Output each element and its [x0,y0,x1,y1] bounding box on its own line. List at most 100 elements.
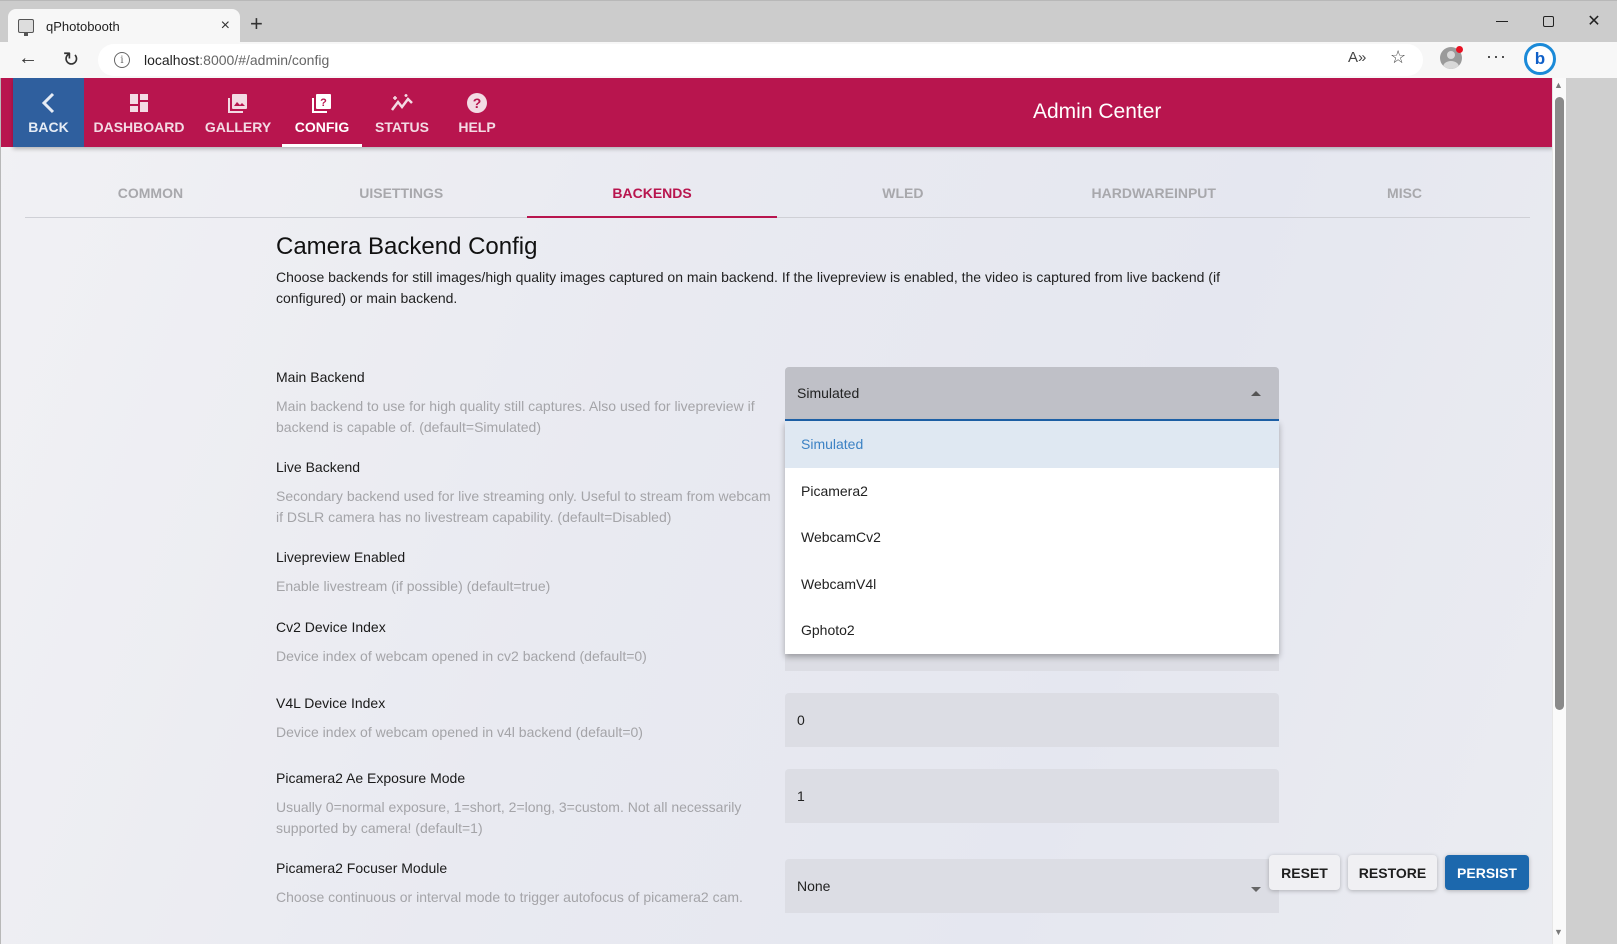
chevron-left-icon [40,91,58,115]
url-host: localhost [144,52,200,68]
minimize-icon [1496,20,1508,22]
field-label: Main Backend [276,369,365,385]
site-info-icon[interactable]: i [114,52,130,68]
page-viewport: BACK DASHBOARD GALLERY ? CONFIG STATUS ?… [0,78,1552,944]
add-favorite-icon[interactable]: ☆ [1390,47,1406,68]
browser-toolbar: ← ↻ i localhost :8000/#/admin/config A» … [0,42,1617,78]
header-title: Admin Center [1033,100,1162,123]
nav-dashboard-button[interactable]: DASHBOARD [84,78,194,147]
field-v4l-device-index: V4L Device Index Device index of webcam … [276,695,776,743]
ae-exposure-mode-value: 1 [797,788,805,804]
tab-hardwareinput[interactable]: HARDWAREINPUT [1028,170,1279,217]
read-aloud-icon[interactable]: A» [1348,49,1366,66]
field-label: Picamera2 Ae Exposure Mode [276,770,466,786]
dropdown-option-simulated[interactable]: Simulated [785,421,1279,468]
tab-uisettings[interactable]: UISETTINGS [276,170,527,217]
field-help: Choose continuous or interval mode to tr… [276,889,743,905]
field-livepreview-enabled: Livepreview Enabled Enable livestream (i… [276,549,776,597]
field-label: V4L Device Index [276,695,386,711]
field-live-backend: Live Backend Secondary backend used for … [276,459,776,528]
svg-text:?: ? [320,97,327,109]
close-window-button[interactable]: ✕ [1571,7,1617,35]
status-icon [390,91,414,115]
section-header: Camera Backend Config Choose backends fo… [276,233,1286,309]
field-help: Secondary backend used for live streamin… [276,488,771,525]
nav-config-button[interactable]: ? CONFIG [282,78,362,147]
nav-help-label: HELP [458,118,496,135]
picamera2-focuser-module-select[interactable]: None [785,859,1279,913]
address-bar[interactable]: i localhost :8000/#/admin/config A» ☆ [98,44,1423,76]
field-label: Live Backend [276,459,361,475]
dropdown-option-webcamv4l[interactable]: WebcamV4l [785,561,1279,608]
field-help: Device index of webcam opened in v4l bac… [276,724,643,740]
field-picamera2-ae-exposure-mode: Picamera2 Ae Exposure Mode Usually 0=nor… [276,770,746,839]
dashboard-icon [129,91,149,115]
tab-backends[interactable]: BACKENDS [526,170,778,218]
section-description: Choose backends for still images/high qu… [276,269,1220,306]
v4l-device-index-value: 0 [797,712,805,728]
field-picamera2-focuser-module: Picamera2 Focuser Module Choose continuo… [276,860,776,908]
app-favicon-icon [18,19,34,36]
field-label: Picamera2 Focuser Module [276,860,448,876]
minimize-button[interactable] [1479,7,1525,35]
v4l-device-index-input[interactable]: 0 [785,693,1279,747]
gallery-icon [227,91,249,115]
picamera2-ae-exposure-mode-input[interactable]: 1 [785,769,1279,823]
nav-back-button[interactable]: BACK [13,78,84,147]
svg-text:?: ? [473,95,482,111]
back-arrow-icon[interactable]: ← [15,47,41,70]
dropdown-option-picamera2[interactable]: Picamera2 [785,468,1279,515]
more-options-icon[interactable]: ··· [1486,46,1507,67]
field-help: Main backend to use for high quality sti… [276,398,755,435]
restore-button[interactable]: RESTORE [1348,855,1437,890]
config-tabs: COMMON UISETTINGS BACKENDS WLED HARDWARE… [25,170,1530,218]
tab-wled[interactable]: WLED [777,170,1028,217]
focuser-module-value: None [797,878,831,894]
nav-status-button[interactable]: STATUS [362,78,442,147]
field-help: Enable livestream (if possible) (default… [276,578,551,594]
main-backend-value: Simulated [797,385,860,401]
bing-copilot-icon[interactable]: b [1524,43,1556,75]
field-label: Cv2 Device Index [276,619,386,635]
browser-tab[interactable]: qPhotobooth × [8,9,240,43]
nav-help-button[interactable]: ? HELP [442,78,512,147]
field-main-backend: Main Backend Main backend to use for hig… [276,369,776,438]
reset-button[interactable]: RESET [1269,855,1340,890]
field-label: Livepreview Enabled [276,549,406,565]
caret-down-icon [1251,887,1261,892]
section-title: Camera Backend Config [276,233,538,260]
nav-back-label: BACK [28,118,69,135]
nav-config-label: CONFIG [294,118,350,135]
maximize-button[interactable] [1525,7,1571,35]
persist-button[interactable]: PERSIST [1445,855,1529,890]
window-controls: ✕ [1479,7,1617,35]
field-cv2-device-index: Cv2 Device Index Device index of webcam … [276,619,776,667]
browser-tabstrip: qPhotobooth × + ✕ [0,0,1617,43]
url-path: :8000/#/admin/config [199,52,330,68]
new-tab-button[interactable]: + [250,11,263,37]
nav-dashboard-label: DASHBOARD [93,118,185,135]
tab-misc[interactable]: MISC [1279,170,1530,217]
maximize-icon [1542,15,1554,27]
app-header: BACK DASHBOARD GALLERY ? CONFIG STATUS ?… [13,78,1552,147]
scroll-up-arrow-icon[interactable]: ▲ [1554,80,1563,90]
tab-title: qPhotobooth [46,18,120,34]
dropdown-option-webcamcv2[interactable]: WebcamCv2 [785,514,1279,561]
reload-icon[interactable]: ↻ [58,47,84,72]
nav-gallery-button[interactable]: GALLERY [194,78,282,147]
field-help: Usually 0=normal exposure, 1=short, 2=lo… [276,799,742,836]
config-icon: ? [311,91,333,115]
field-help: Device index of webcam opened in cv2 bac… [276,648,647,664]
scrollbar-thumb[interactable] [1555,97,1564,710]
help-icon: ? [466,91,488,115]
tab-common[interactable]: COMMON [25,170,276,217]
dropdown-option-gphoto2[interactable]: Gphoto2 [785,607,1279,654]
close-tab-icon[interactable]: × [221,17,230,35]
main-backend-dropdown-menu: Simulated Picamera2 WebcamCv2 WebcamV4l … [785,421,1279,654]
main-backend-select[interactable]: Simulated [785,367,1279,421]
nav-status-label: STATUS [375,118,429,135]
nav-gallery-label: GALLERY [204,118,272,135]
caret-up-icon [1251,391,1261,396]
notification-dot [1456,46,1463,53]
scroll-down-arrow-icon[interactable]: ▼ [1554,927,1563,937]
